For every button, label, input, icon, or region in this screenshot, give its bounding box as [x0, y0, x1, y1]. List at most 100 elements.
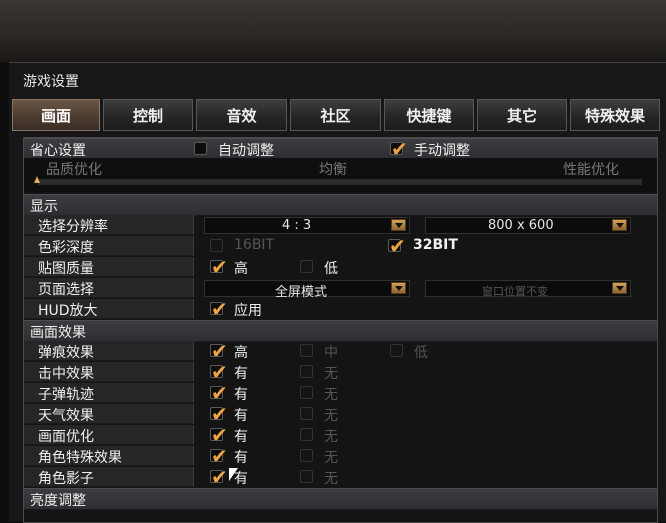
check-icon: ✔: [211, 255, 228, 279]
color-depth-label: 色彩深度: [38, 240, 94, 256]
quality-slider-area: 品质优化 均衡 性能优化: [24, 158, 657, 192]
character-shadow-on-checkbox[interactable]: ✔: [210, 467, 228, 487]
weather-on-checkbox[interactable]: ✔: [210, 404, 228, 424]
effect-label: 角色特殊效果: [38, 450, 122, 466]
effects-section-title: 画面效果: [30, 325, 86, 341]
weather-on-label: 有: [234, 408, 248, 424]
bullet-hole-high-checkbox[interactable]: ✔: [210, 341, 228, 361]
resolution-label-cell: 选择分辨率: [24, 215, 194, 235]
hit-effect-off-checkbox[interactable]: [300, 365, 313, 378]
bullet-hole-row: 弹痕效果 ✔ 高 中 低: [24, 341, 657, 361]
tab-community[interactable]: 社区: [290, 99, 381, 131]
chevron-down-icon[interactable]: [612, 219, 627, 231]
color16-checkbox[interactable]: [210, 239, 223, 252]
hud-label-cell: HUD放大: [24, 299, 194, 319]
bullet-hole-low-checkbox[interactable]: [390, 344, 403, 357]
bullet-hole-high-label: 高: [234, 345, 248, 361]
effects-section-header: 画面效果: [24, 320, 657, 342]
hit-effect-row: 击中效果 ✔ 有 无: [24, 362, 657, 382]
manual-adjust-checkbox[interactable]: ✔: [390, 139, 408, 159]
screen-optimize-on-checkbox[interactable]: ✔: [210, 425, 228, 445]
character-effect-on-label: 有: [234, 450, 248, 466]
texture-low-label: 低: [324, 261, 338, 277]
aspect-ratio-dropdown[interactable]: 4 : 3: [204, 217, 410, 234]
resolution-dropdown[interactable]: 800 x 600: [425, 217, 631, 234]
hud-scale-row: HUD放大 ✔ 应用: [24, 299, 657, 319]
background-banner: [0, 0, 666, 62]
chevron-down-icon[interactable]: [391, 219, 406, 231]
effect-label: 子弹轨迹: [38, 387, 94, 403]
quality-slider-knob[interactable]: [34, 176, 40, 183]
check-icon: ✔: [211, 297, 228, 321]
character-effect-off-checkbox[interactable]: [300, 449, 313, 462]
tab-shortcuts[interactable]: 快捷键: [384, 99, 474, 131]
effect-label-cell: 角色影子: [24, 467, 194, 487]
character-shadow-row: 角色影子 ✔ 有 无: [24, 467, 657, 487]
effect-label: 角色影子: [38, 471, 94, 487]
chevron-down-icon[interactable]: [612, 282, 627, 294]
bullet-hole-mid-checkbox[interactable]: [300, 344, 313, 357]
tab-sound[interactable]: 音效: [196, 99, 287, 131]
character-shadow-off-label: 无: [324, 471, 338, 487]
bullet-trail-row: 子弹轨迹 ✔ 有 无: [24, 383, 657, 403]
weather-off-label: 无: [324, 408, 338, 424]
color-depth-row: 色彩深度 16BIT ✔ 32BIT: [24, 236, 657, 256]
character-effect-row: 角色特殊效果 ✔ 有 无: [24, 446, 657, 466]
texture-low-checkbox[interactable]: [300, 260, 313, 273]
bullet-hole-low-label: 低: [414, 345, 428, 361]
check-icon: ✔: [211, 423, 228, 447]
screen-optimize-off-checkbox[interactable]: [300, 428, 313, 441]
screen-mode-value: 全屏模式: [275, 285, 328, 300]
screen-label-cell: 页面选择: [24, 278, 194, 298]
check-icon: ✔: [211, 360, 228, 384]
window-position-value: 窗口位置不变: [482, 285, 548, 298]
check-icon: ✔: [389, 234, 406, 258]
effect-label-cell: 弹痕效果: [24, 341, 194, 361]
quality-slider-track[interactable]: [38, 179, 642, 185]
tab-bar: 画面 控制 音效 社区 快捷键 其它 特殊效果: [12, 99, 663, 133]
bullet-trail-off-checkbox[interactable]: [300, 386, 313, 399]
weather-off-checkbox[interactable]: [300, 407, 313, 420]
chevron-down-icon[interactable]: [391, 282, 406, 294]
auto-adjust-label: 自动调整: [218, 143, 274, 159]
bullet-trail-on-checkbox[interactable]: ✔: [210, 383, 228, 403]
check-icon: ✔: [211, 402, 228, 426]
hit-effect-off-label: 无: [324, 366, 338, 382]
mouse-cursor-icon: [229, 468, 238, 481]
preset-row: 省心设置 自动调整 ✔ 手动调整: [24, 138, 657, 160]
resolution-value: 800 x 600: [488, 218, 554, 233]
resolution-row: 选择分辨率 4 : 3 800 x 600: [24, 215, 657, 235]
tab-controls[interactable]: 控制: [103, 99, 193, 131]
quality-right-label: 性能优化: [563, 162, 619, 178]
tab-other[interactable]: 其它: [477, 99, 567, 131]
quality-left-label: 品质优化: [46, 162, 102, 178]
resolution-label: 选择分辨率: [38, 219, 108, 235]
window-position-dropdown[interactable]: 窗口位置不变: [425, 280, 631, 298]
texture-label: 贴图质量: [38, 261, 94, 277]
auto-adjust-checkbox[interactable]: [194, 142, 207, 155]
check-icon: ✔: [211, 381, 228, 405]
tab-graphics[interactable]: 画面: [12, 99, 100, 131]
texture-high-label: 高: [234, 261, 248, 277]
color16-label: 16BIT: [234, 237, 275, 253]
effect-label: 天气效果: [38, 408, 94, 424]
color32-checkbox[interactable]: ✔: [388, 236, 406, 256]
color32-label: 32BIT: [413, 237, 458, 253]
character-shadow-off-checkbox[interactable]: [300, 470, 313, 483]
hit-effect-on-label: 有: [234, 366, 248, 382]
tab-special-effects[interactable]: 特殊效果: [570, 99, 660, 131]
color-depth-label-cell: 色彩深度: [24, 236, 194, 256]
texture-high-checkbox[interactable]: ✔: [210, 257, 228, 277]
character-effect-on-checkbox[interactable]: ✔: [210, 446, 228, 466]
hud-apply-checkbox[interactable]: ✔: [210, 299, 228, 319]
brightness-section-header: 亮度调整: [24, 488, 657, 510]
bullet-hole-mid-label: 中: [324, 345, 338, 361]
manual-adjust-label: 手动调整: [414, 143, 470, 159]
hit-effect-on-checkbox[interactable]: ✔: [210, 362, 228, 382]
screen-mode-dropdown[interactable]: 全屏模式: [204, 280, 410, 300]
display-section-title: 显示: [30, 199, 58, 215]
texture-label-cell: 贴图质量: [24, 257, 194, 277]
hud-label: HUD放大: [38, 303, 98, 319]
screen-optimize-row: 画面优化 ✔ 有 无: [24, 425, 657, 445]
screen-optimize-off-label: 无: [324, 429, 338, 445]
